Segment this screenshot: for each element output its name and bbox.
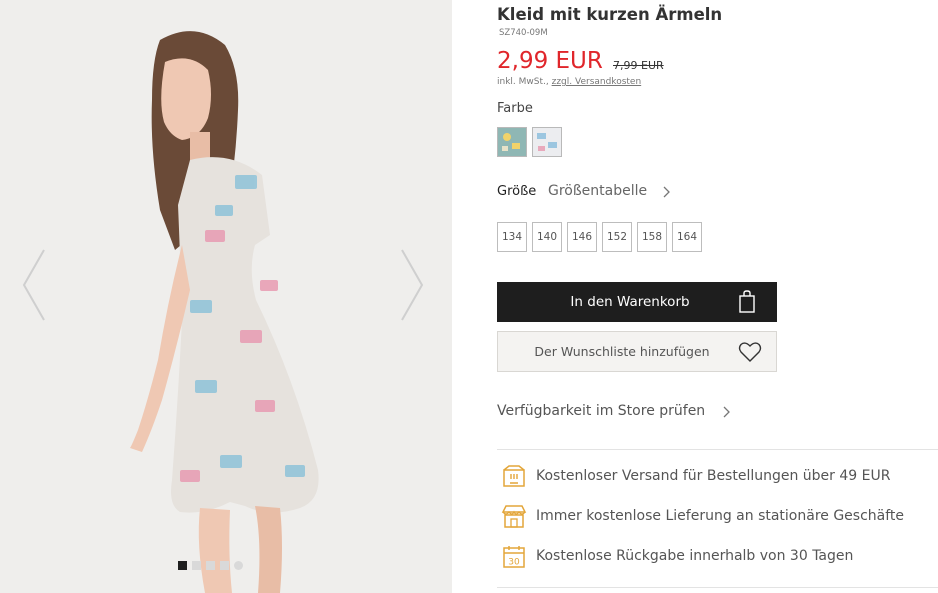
calendar-30-icon: 30 [503,546,525,568]
benefit-text: Kostenloser Versand für Bestellungen übe… [536,468,891,484]
tax-note-text: inkl. MwSt., [497,77,549,87]
size-label: Größe [497,184,537,199]
chevron-right-icon[interactable] [663,186,671,198]
benefit-free-shipping: Kostenloser Versand für Bestellungen übe… [497,464,938,492]
size-option[interactable]: 158 [637,222,667,252]
size-option[interactable]: 152 [602,222,632,252]
gallery-dot-4[interactable] [220,561,229,570]
size-option[interactable]: 164 [672,222,702,252]
benefit-free-returns: 30 Kostenlose Rückgabe innerhalb von 30 … [497,544,938,572]
size-option[interactable]: 146 [567,222,597,252]
shipping-costs-link[interactable]: zzgl. Versandkosten [552,77,642,87]
color-swatch-grey[interactable] [532,127,562,157]
size-option[interactable]: 140 [532,222,562,252]
benefit-text: Immer kostenlose Lieferung an stationäre… [536,508,905,524]
add-to-wishlist-button[interactable]: Der Wunschliste hinzufügen [497,331,777,372]
next-image-arrow-icon[interactable] [400,248,424,322]
add-to-wishlist-label: Der Wunschliste hinzufügen [534,344,710,359]
add-to-cart-label: In den Warenkorb [570,294,690,310]
product-title: Kleid mit kurzen Ärmeln [497,5,723,24]
add-to-cart-button[interactable]: In den Warenkorb [497,282,777,322]
heart-icon [738,342,762,362]
current-price: 2,99 EUR [497,48,603,74]
size-guide-link[interactable]: Größentabelle [548,183,647,199]
calendar-badge-text: 30 [508,558,520,568]
gallery-pagination [178,561,243,570]
color-swatch-mint[interactable] [497,127,527,157]
product-sku: SZ740-09M [499,28,548,38]
swatch-pattern-icon [533,128,561,156]
section-divider [497,587,938,588]
gallery-dot-1[interactable] [178,561,187,570]
benefit-text: Kostenlose Rückgabe innerhalb von 30 Tag… [536,548,854,564]
shipping-box-icon [503,465,525,487]
shopping-bag-icon [739,290,755,313]
gallery-dot-2[interactable] [192,561,201,570]
previous-image-arrow-icon[interactable] [22,248,46,322]
size-option[interactable]: 134 [497,222,527,252]
storefront-icon [501,505,527,528]
color-label: Farbe [497,101,533,116]
original-price: 7,99 EUR [613,59,664,72]
product-photo [0,0,452,593]
product-image-gallery [0,0,452,593]
section-divider [497,449,938,450]
chevron-right-icon[interactable] [723,406,731,418]
size-options: 134 140 146 152 158 164 [497,222,702,252]
store-availability-link[interactable]: Verfügbarkeit im Store prüfen [497,403,705,419]
swatch-pattern-icon [498,128,526,156]
gallery-dot-5[interactable] [234,561,243,570]
tax-note: inkl. MwSt., zzgl. Versandkosten [497,77,641,87]
gallery-dot-3[interactable] [206,561,215,570]
benefit-store-delivery: Immer kostenlose Lieferung an stationäre… [497,504,938,532]
